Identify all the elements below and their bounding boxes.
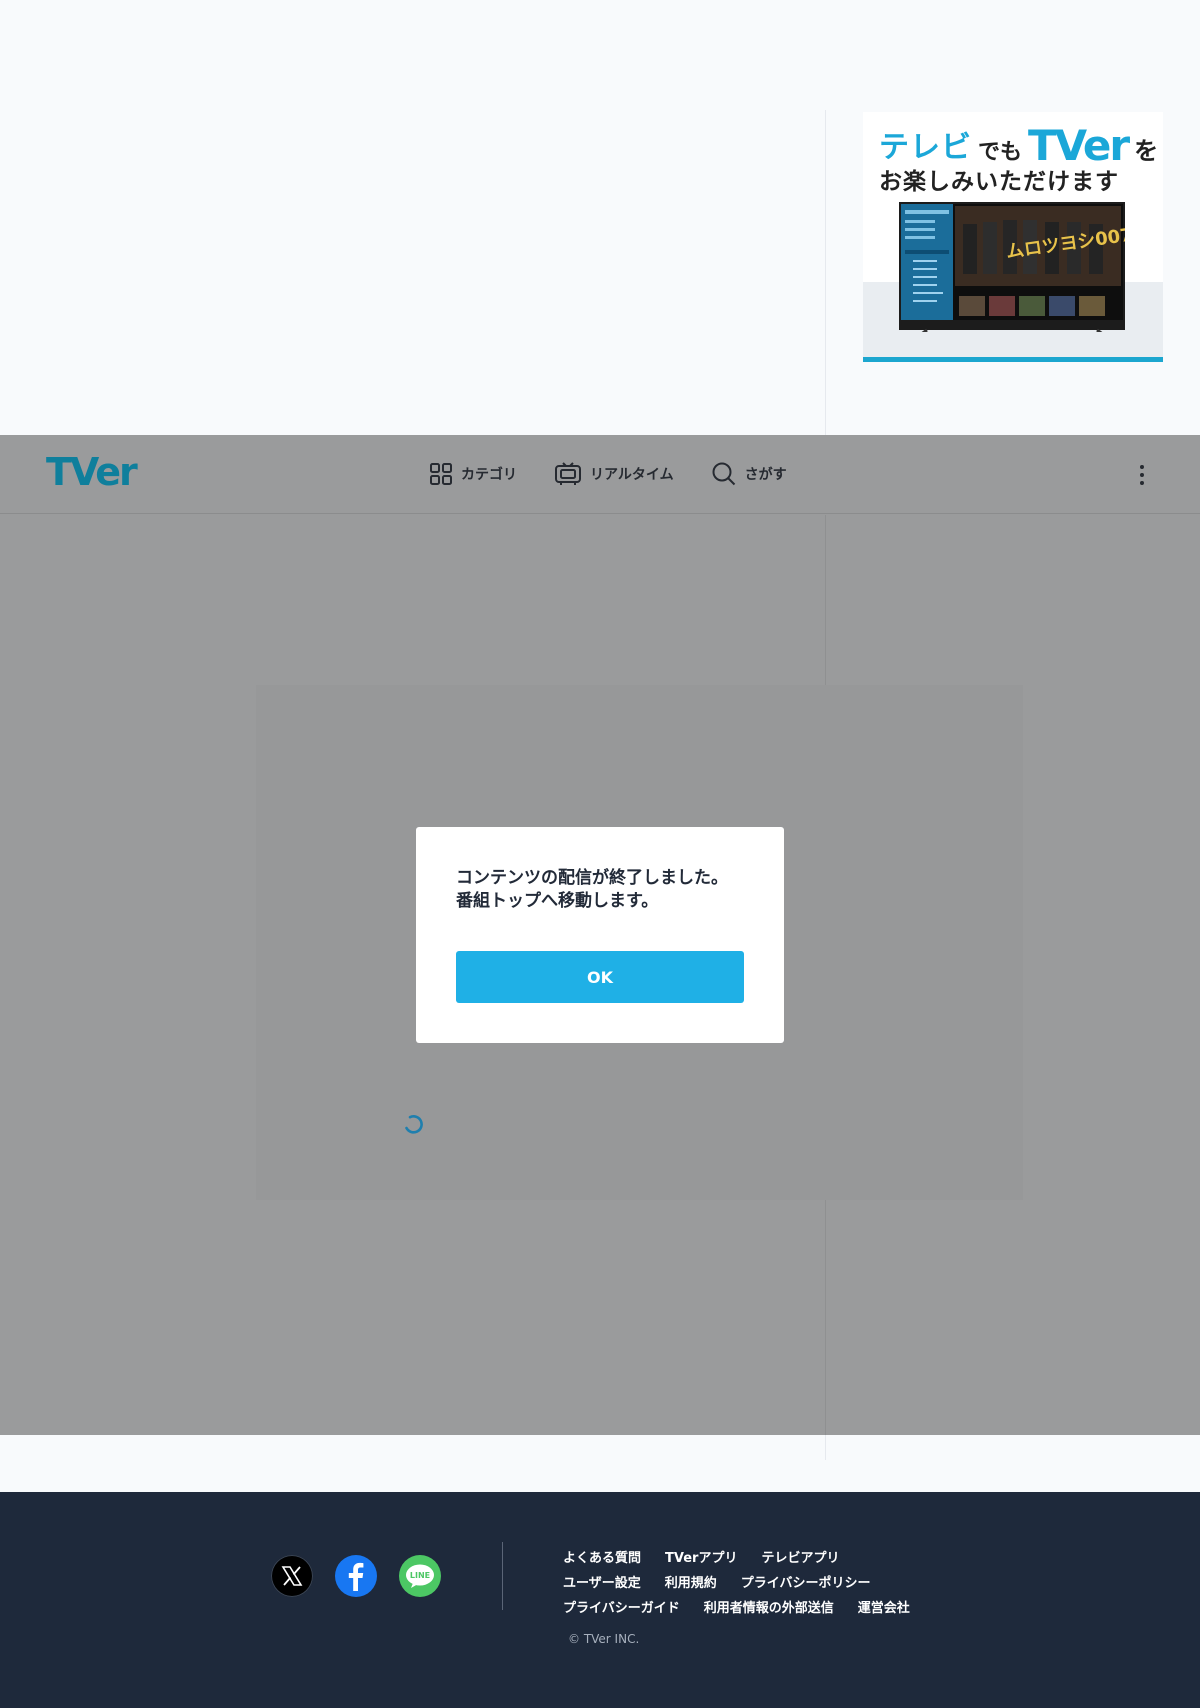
footer-link-user-settings[interactable]: ユーザー設定 [563, 1572, 641, 1591]
footer-link-tv-app[interactable]: テレビアプリ [761, 1547, 839, 1566]
dialog-message-line2: 番組トップへ移動します。 [456, 891, 659, 911]
column-divider [825, 110, 826, 435]
grid-icon [430, 463, 452, 485]
line-icon: LINE [406, 1564, 434, 1588]
social-links: LINE [271, 1555, 441, 1597]
site-footer: LINE よくある質問 TVerアプリ テレビアプリ ユーザー設定 利用規約 プ… [0, 1492, 1200, 1708]
top-ad-area: テレビ でも TVer を お楽しみいただけます ムロツヨシ007 [0, 0, 1200, 435]
ok-button[interactable]: OK [456, 951, 744, 1003]
dialog-message-line1: コンテンツの配信が終了しました。 [456, 868, 728, 888]
nav-realtime-label: リアルタイム [590, 467, 674, 483]
copyright-text: © TVer INC. [568, 1632, 640, 1646]
content-ended-dialog: コンテンツの配信が終了しました。 番組トップへ移動します。 OK [416, 827, 784, 1043]
promo-headline: テレビ でも TVer を [879, 121, 1158, 170]
main-nav: カテゴリ リアルタイム さがす [430, 461, 787, 487]
search-icon [712, 462, 735, 486]
promo-text-wo: を [1134, 137, 1159, 165]
more-vertical-icon[interactable] [1130, 462, 1154, 488]
footer-link-row: よくある質問 TVerアプリ テレビアプリ [563, 1544, 910, 1569]
column-divider [825, 1435, 826, 1460]
tv-icon [555, 462, 581, 485]
footer-links: よくある質問 TVerアプリ テレビアプリ ユーザー設定 利用規約 プライバシー… [563, 1544, 910, 1619]
footer-link-tver-app[interactable]: TVerアプリ [665, 1547, 737, 1566]
line-share-button[interactable]: LINE [399, 1555, 441, 1597]
footer-link-external-data[interactable]: 利用者情報の外部送信 [704, 1597, 834, 1616]
footer-link-faq[interactable]: よくある質問 [563, 1547, 641, 1566]
nav-category-label: カテゴリ [461, 467, 517, 483]
tver-logo-text: TVer [46, 450, 138, 494]
tver-logo[interactable]: TVer [46, 450, 138, 494]
footer-link-company[interactable]: 運営会社 [858, 1597, 910, 1616]
footer-link-privacy-policy[interactable]: プライバシーポリシー [741, 1572, 871, 1591]
footer-link-row: ユーザー設定 利用規約 プライバシーポリシー [563, 1569, 910, 1594]
tv-app-promo-banner[interactable]: テレビ でも TVer を お楽しみいただけます ムロツヨシ007 [863, 112, 1163, 362]
dialog-message: コンテンツの配信が終了しました。 番組トップへ移動します。 [456, 867, 756, 913]
footer-link-privacy-guide[interactable]: プライバシーガイド [563, 1597, 680, 1616]
promo-subheadline: お楽しみいただけます [879, 169, 1119, 195]
nav-search-label: さがす [744, 467, 787, 483]
footer-divider [502, 1542, 503, 1610]
loading-spinner-icon [405, 1115, 423, 1134]
promo-tver-logo: TVer [1028, 121, 1130, 170]
x-share-button[interactable] [271, 1555, 313, 1597]
nav-realtime[interactable]: リアルタイム [555, 461, 674, 487]
x-icon [281, 1566, 303, 1586]
facebook-icon [348, 1562, 364, 1591]
promo-text-tv: テレビ [879, 130, 972, 165]
line-icon-text: LINE [410, 1571, 430, 1580]
facebook-share-button[interactable] [335, 1555, 377, 1597]
nav-category[interactable]: カテゴリ [430, 461, 517, 487]
site-header: TVer カテゴリ リアルタイム さがす [0, 435, 1200, 514]
footer-link-row: プライバシーガイド 利用者情報の外部送信 運営会社 [563, 1594, 910, 1619]
footer-link-terms[interactable]: 利用規約 [665, 1572, 717, 1591]
tv-screen-illustration: ムロツヨシ007 [899, 202, 1125, 332]
nav-search[interactable]: さがす [712, 461, 787, 487]
